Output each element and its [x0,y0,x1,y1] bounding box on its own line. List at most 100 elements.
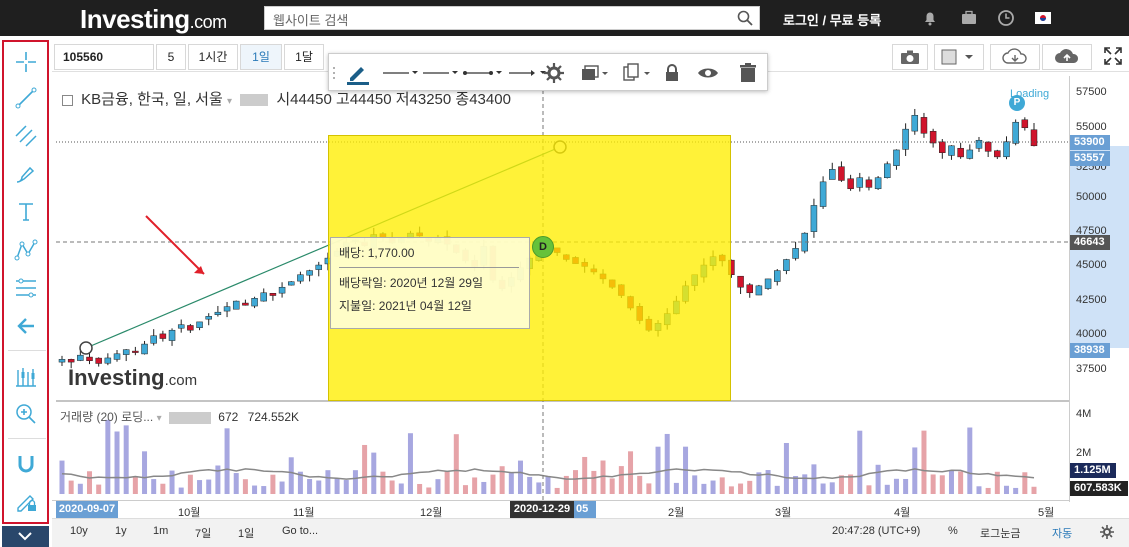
legend-dropdown-icon[interactable]: ▾ [227,96,232,107]
volume-dropdown-icon[interactable]: ▾ [157,413,162,424]
candle [187,325,194,331]
time-axis[interactable]: 2020-09-07 10월 11월 12월 2020-12-29 05 2월 … [52,500,1069,519]
crosshair-tool-icon[interactable] [12,48,40,76]
volume-bar [453,434,459,494]
instrument-name: KB금융, 한국, 일, 서울 [81,91,223,108]
volume-bar [609,478,615,494]
bell-icon[interactable] [921,9,939,27]
indicators-icon[interactable] [12,362,40,390]
site-search-input[interactable]: 웹사이트 검색 [264,6,760,30]
log-scale-button[interactable]: 로그눈금 [980,525,1020,541]
line-color-pencil-icon[interactable] [343,60,373,86]
range-1d-button[interactable]: 1일 [238,525,254,541]
prev-close-badge: 53557 [1070,151,1110,166]
pattern-tool-icon[interactable] [12,236,40,264]
clock-icon[interactable] [997,9,1015,27]
interval-1m-button[interactable]: 1달 [284,44,324,70]
trash-icon[interactable] [735,60,761,86]
fibonacci-tool-icon[interactable] [12,274,40,302]
tooltip-divider [339,267,519,268]
volume-bar [774,485,780,494]
clone-dropdown-icon[interactable] [619,60,653,86]
arrow-left-icon[interactable] [12,312,40,340]
volume-bar [857,430,863,494]
candle [865,179,873,188]
save-chart-button[interactable] [1042,44,1092,70]
goto-date-button[interactable]: Go to... [282,525,318,537]
interval-5-button[interactable]: 5 [156,44,186,70]
line-style-dropdown-icon[interactable] [421,60,461,86]
crosshair-date-badge: 2020-12-29 [510,501,574,518]
login-register-link[interactable]: 로그인 / 무료 등록 [783,10,881,29]
volume-bar [151,479,157,494]
line-width-dropdown-icon[interactable] [381,60,421,86]
price-tick: 45000 [1076,259,1107,271]
candle [86,356,93,361]
volume-settings-icon[interactable] [168,411,211,424]
legend-settings-icon[interactable] [240,94,269,107]
trend-line-tool-icon[interactable] [12,84,40,112]
volume-bar [655,446,661,494]
percent-scale-button[interactable]: % [948,525,958,537]
settings-gear-icon[interactable] [541,60,567,86]
fullscreen-button[interactable] [1098,44,1128,70]
sidebar-collapse-button[interactable] [2,526,49,547]
lock-drawings-icon[interactable] [12,488,40,516]
settings-gear-icon[interactable] [1099,524,1115,540]
volume-bar [875,464,881,494]
candle [58,359,66,363]
volume-bar [325,470,331,494]
sidebar-divider [8,438,46,439]
red-arrow-head [194,266,204,274]
candle [819,181,827,207]
screenshot-button[interactable] [892,44,928,70]
interval-1h-button[interactable]: 1시간 [188,44,238,70]
zoom-in-icon[interactable] [12,400,40,428]
brush-tool-icon[interactable] [12,160,40,188]
volume-bar [68,480,74,494]
candle [829,169,836,180]
drag-handle-icon[interactable] [331,60,337,86]
candle [269,292,277,296]
volume-bar [738,483,744,494]
volume-bar [628,451,634,494]
price-axis[interactable]: 57500 55000 52500 50000 47500 45000 4250… [1069,76,1129,502]
symbol-input[interactable]: 105560 [54,44,154,70]
visibility-dropdown-icon[interactable] [577,60,611,86]
channel-tool-icon[interactable] [12,122,40,150]
range-10y-button[interactable]: 10y [70,525,88,537]
candle [957,147,964,158]
candle [902,128,909,150]
range-1y-button[interactable]: 1y [115,525,127,537]
event-marker-p-icon[interactable]: P [1009,95,1025,111]
load-chart-button[interactable] [990,44,1040,70]
volume-bar [334,478,340,494]
volume-bar [921,430,927,494]
interval-1d-button[interactable]: 1일 [240,44,282,70]
candle [838,166,845,181]
candle [966,149,974,159]
range-7d-button[interactable]: 7일 [195,525,211,541]
text-tool-icon[interactable] [12,198,40,226]
line-end-dropdown-icon[interactable] [461,60,505,86]
volume-bar [912,447,918,494]
search-icon[interactable] [737,10,753,26]
volume-bar [114,431,120,494]
volume-bar [591,470,597,494]
magnet-icon[interactable] [12,450,40,478]
color-picker-button[interactable] [934,44,984,70]
candle [929,130,937,144]
investing-logo[interactable]: Investing.com [80,4,227,35]
portfolio-briefcase-icon[interactable] [960,9,978,27]
korea-flag-icon[interactable] [1034,9,1052,27]
eye-icon[interactable] [695,60,721,86]
collapse-legend-icon[interactable] [62,94,73,106]
price-tick: 42500 [1076,294,1107,306]
auto-scale-button[interactable]: 자동 [1052,525,1072,541]
volume-bar [618,466,624,494]
candle [920,117,928,134]
volume-bar [380,471,386,494]
dividend-marker[interactable]: D [532,236,554,258]
range-1m-button[interactable]: 1m [153,525,168,537]
lock-icon[interactable] [659,60,685,86]
